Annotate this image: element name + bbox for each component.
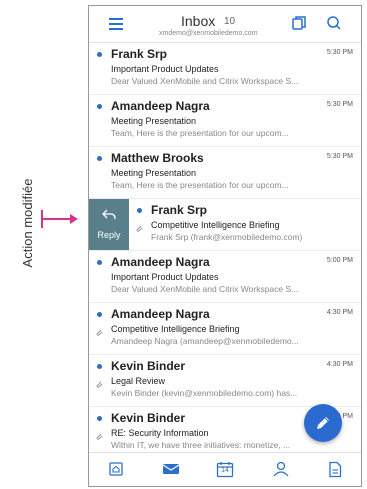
unread-dot <box>97 312 102 317</box>
message-row[interactable]: Amandeep Nagra 5:30 PM Meeting Presentat… <box>89 95 361 147</box>
attachment-icon <box>96 433 103 440</box>
message-sender: Frank Srp <box>151 203 208 217</box>
message-row-swiped[interactable]: Reply Frank Srp Competitive Intelligence… <box>89 199 361 251</box>
annotation-label: Action modifiée <box>20 178 35 268</box>
message-sender: Kevin Binder <box>111 411 186 425</box>
phone-screen: Inbox 10 xmdemo@xenmobiledemo.com Frank … <box>88 5 362 487</box>
copy-icon[interactable] <box>291 15 307 31</box>
message-preview: Team, Here is the presentation for our u… <box>111 180 289 190</box>
message-preview: Team, Here is the presentation for our u… <box>111 128 289 138</box>
files-icon[interactable] <box>327 461 343 478</box>
menu-icon[interactable] <box>109 18 123 30</box>
message-sender: Kevin Binder <box>111 359 186 373</box>
annotation-arrow-icon <box>41 210 78 228</box>
unread-dot <box>97 104 102 109</box>
message-preview: Kevin Binder (kevin@xenmobiledemo.com) h… <box>111 388 298 398</box>
message-time: 5:00 PM <box>326 257 353 264</box>
unread-dot <box>137 208 142 213</box>
message-subject: Important Product Updates <box>111 272 219 282</box>
unread-dot <box>97 260 102 265</box>
attachment-icon <box>96 381 103 388</box>
message-row[interactable]: Matthew Brooks 5:30 PM Meeting Presentat… <box>89 147 361 199</box>
app-header: Inbox 10 xmdemo@xenmobiledemo.com <box>89 6 361 42</box>
reply-icon <box>102 209 116 220</box>
message-sender: Amandeep Nagra <box>111 307 210 321</box>
message-time: 5:30 PM <box>326 49 353 56</box>
calendar-date: 14 <box>221 467 229 474</box>
message-sender: Matthew Brooks <box>111 151 204 165</box>
message-subject: Meeting Presentation <box>111 168 197 178</box>
compose-icon <box>317 417 329 429</box>
unread-dot <box>97 364 102 369</box>
message-time: 5:30 PM <box>326 153 353 160</box>
message-subject: Competitive Intelligence Briefing <box>111 324 240 334</box>
message-time: 5:30 PM <box>326 101 353 108</box>
swipe-reply-label: Reply <box>97 230 121 240</box>
search-icon[interactable] <box>326 15 342 31</box>
message-preview: Frank Srp (frank@xenmobiledemo.com) <box>151 232 303 242</box>
swipe-reply-button[interactable]: Reply <box>89 199 129 251</box>
message-row[interactable]: Kevin Binder 4:30 PM Legal Review Kevin … <box>89 355 361 407</box>
unread-dot <box>97 416 102 421</box>
message-subject: Important Product Updates <box>111 64 219 74</box>
message-subject: Meeting Presentation <box>111 116 197 126</box>
unread-dot <box>97 156 102 161</box>
message-subject: Legal Review <box>111 376 166 386</box>
message-time: 4:30 PM <box>326 309 353 316</box>
attachment-icon <box>136 225 143 232</box>
home-icon[interactable] <box>108 461 124 477</box>
message-subject: RE: Security Information <box>111 428 209 438</box>
message-row[interactable]: Frank Srp 5:30 PM Important Product Upda… <box>89 43 361 95</box>
inbox-count: 10 <box>224 16 236 27</box>
attachment-icon <box>96 329 103 336</box>
account-email: xmdemo@xenmobiledemo.com <box>159 30 258 37</box>
message-row[interactable]: Amandeep Nagra 5:00 PM Important Product… <box>89 251 361 303</box>
inbox-title: Inbox <box>181 13 216 29</box>
message-preview: Dear Valued XenMobile and Citrix Workspa… <box>111 284 299 294</box>
message-sender: Amandeep Nagra <box>111 255 210 269</box>
message-content[interactable]: Frank Srp Competitive Intelligence Brief… <box>129 199 361 251</box>
calendar-icon[interactable]: 14 <box>216 461 234 478</box>
message-preview: Dear Valued XenMobile and Citrix Workspa… <box>111 76 299 86</box>
message-sender: Amandeep Nagra <box>111 99 210 113</box>
message-preview: Amandeep Nagra (amandeep@xenmobiledemo..… <box>111 336 299 346</box>
compose-button[interactable] <box>304 404 342 442</box>
message-subject: Competitive Intelligence Briefing <box>151 220 280 230</box>
unread-dot <box>97 52 102 57</box>
message-sender: Frank Srp <box>111 47 168 61</box>
people-icon[interactable] <box>272 461 290 477</box>
bottom-tab-bar: 14 <box>89 452 361 486</box>
message-time: 4:30 PM <box>326 361 353 368</box>
mail-icon[interactable] <box>162 461 180 477</box>
message-row[interactable]: Amandeep Nagra 4:30 PM Competitive Intel… <box>89 303 361 355</box>
